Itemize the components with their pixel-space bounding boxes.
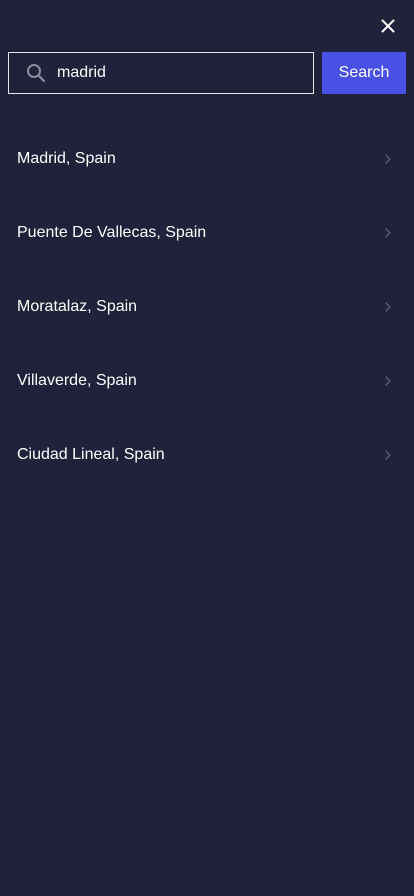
results-list: Madrid, Spain Puente De Vallecas, Spain … <box>0 122 414 492</box>
result-item-puente-de-vallecas[interactable]: Puente De Vallecas, Spain <box>0 196 414 270</box>
chevron-right-icon <box>385 154 391 164</box>
result-label: Moratalaz, Spain <box>17 298 138 315</box>
chevron-right-icon <box>385 376 391 386</box>
result-item-moratalaz[interactable]: Moratalaz, Spain <box>0 270 414 344</box>
result-label: Puente De Vallecas, Spain <box>17 224 207 241</box>
result-item-villaverde[interactable]: Villaverde, Spain <box>0 344 414 418</box>
close-button[interactable] <box>374 14 402 38</box>
chevron-right-icon <box>385 302 391 312</box>
result-label: Ciudad Lineal, Spain <box>17 446 165 463</box>
search-overlay: Search Madrid, Spain Puente De Vallecas,… <box>0 0 414 896</box>
search-icon <box>27 64 46 83</box>
result-item-ciudad-lineal[interactable]: Ciudad Lineal, Spain <box>0 418 414 492</box>
close-icon <box>381 19 395 33</box>
search-button[interactable]: Search <box>322 52 406 94</box>
result-item-madrid[interactable]: Madrid, Spain <box>0 122 414 196</box>
result-label: Madrid, Spain <box>17 150 116 167</box>
search-field[interactable] <box>8 52 314 94</box>
search-bar: Search <box>8 52 406 94</box>
search-input[interactable] <box>57 53 307 93</box>
chevron-right-icon <box>385 450 391 460</box>
result-label: Villaverde, Spain <box>17 372 137 389</box>
chevron-right-icon <box>385 228 391 238</box>
